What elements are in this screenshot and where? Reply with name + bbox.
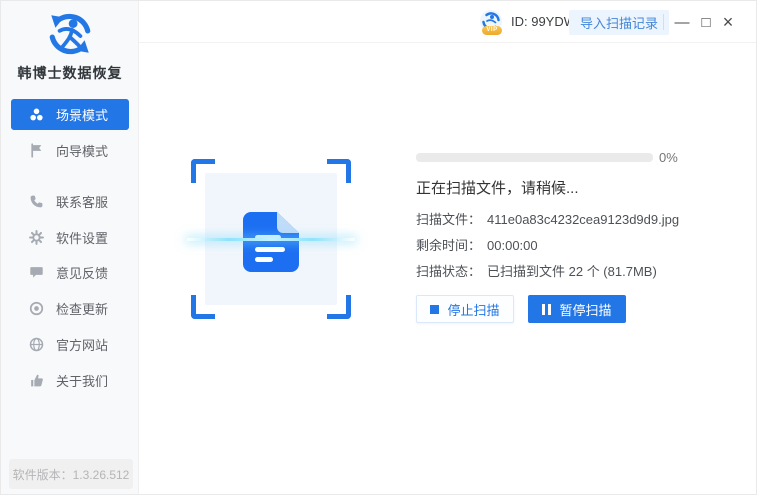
globe-icon (29, 337, 44, 352)
sidebar-item-label: 意见反馈 (56, 263, 108, 282)
titlebar-separator (663, 14, 664, 30)
progress-bar (416, 153, 653, 162)
scan-status-title: 正在扫描文件，请稍候... (416, 177, 579, 198)
detail-label: 剩余时间： (416, 238, 481, 253)
sidebar-item-label: 场景模式 (56, 105, 108, 124)
titlebar: VIP ID: 99YDW 导入扫描记录 — □ × (139, 1, 757, 43)
scan-actions: 停止扫描 暂停扫描 (416, 295, 626, 323)
sidebar: 韩博士数据恢复 场景模式 向导模式 联系客服 (1, 1, 139, 495)
sidebar-item-settings[interactable]: 软件设置 (11, 222, 129, 253)
vip-badge-icon: VIP (479, 9, 505, 37)
about-icon (29, 373, 44, 388)
sidebar-item-scene-mode[interactable]: 场景模式 (11, 99, 129, 130)
sidebar-item-about-us[interactable]: 关于我们 (11, 365, 129, 396)
app-name: 韩博士数据恢复 (1, 63, 139, 83)
main-panel: VIP ID: 99YDW 导入扫描记录 — □ × (139, 1, 757, 495)
stop-scan-button[interactable]: 停止扫描 (416, 295, 514, 323)
sidebar-item-contact-support[interactable]: 联系客服 (11, 186, 129, 217)
feedback-icon (29, 265, 44, 280)
sidebar-item-label: 检查更新 (56, 299, 108, 318)
sidebar-item-label: 软件设置 (56, 228, 108, 247)
maximize-button[interactable]: □ (695, 8, 717, 36)
gear-icon (29, 230, 44, 245)
scan-detail-file: 扫描文件： 411e0a83c4232cea9123d9d9.jpg (416, 209, 679, 228)
sidebar-item-check-update[interactable]: 检查更新 (11, 293, 129, 324)
scan-detail-status: 扫描状态： 已扫描到文件 22 个 (81.7MB) (416, 261, 657, 280)
detail-label: 扫描状态： (416, 264, 481, 279)
scan-animation (191, 159, 351, 319)
vip-label: VIP (482, 26, 502, 35)
stop-scan-label: 停止扫描 (447, 300, 499, 319)
sidebar-item-feedback[interactable]: 意见反馈 (11, 257, 129, 288)
sidebar-item-label: 联系客服 (56, 192, 108, 211)
stop-icon (430, 305, 439, 314)
pause-scan-button[interactable]: 暂停扫描 (528, 295, 626, 323)
version-label: 软件版本：1.3.26.512 (9, 459, 133, 489)
detail-value: 411e0a83c4232cea9123d9d9.jpg (487, 212, 679, 227)
import-scan-records-button[interactable]: 导入扫描记录 (569, 10, 669, 35)
document-icon (242, 211, 300, 278)
sidebar-item-wizard-mode[interactable]: 向导模式 (11, 135, 129, 166)
app-logo-icon (1, 9, 139, 64)
detail-label: 扫描文件： (416, 212, 481, 227)
user-id-label: ID: 99YDW (511, 14, 576, 29)
pause-scan-label: 暂停扫描 (559, 300, 611, 319)
sidebar-item-label: 向导模式 (56, 141, 108, 160)
minimize-button[interactable]: — (671, 8, 693, 36)
scanline (187, 238, 355, 241)
detail-value: 00:00:00 (487, 238, 538, 253)
close-button[interactable]: × (717, 8, 739, 36)
phone-icon (29, 194, 44, 209)
detail-value: 已扫描到文件 22 个 (81.7MB) (487, 264, 657, 279)
sidebar-item-official-website[interactable]: 官方网站 (11, 329, 129, 360)
sidebar-item-label: 官方网站 (56, 335, 108, 354)
progress-percent: 0% (659, 150, 678, 165)
wizard-mode-icon (29, 143, 44, 158)
sidebar-item-label: 关于我们 (56, 371, 108, 390)
check-update-icon (29, 301, 44, 316)
scene-mode-icon (29, 107, 44, 122)
pause-icon (542, 304, 551, 315)
scan-detail-time-remaining: 剩余时间： 00:00:00 (416, 235, 538, 254)
app-window: 韩博士数据恢复 场景模式 向导模式 联系客服 (0, 0, 757, 495)
